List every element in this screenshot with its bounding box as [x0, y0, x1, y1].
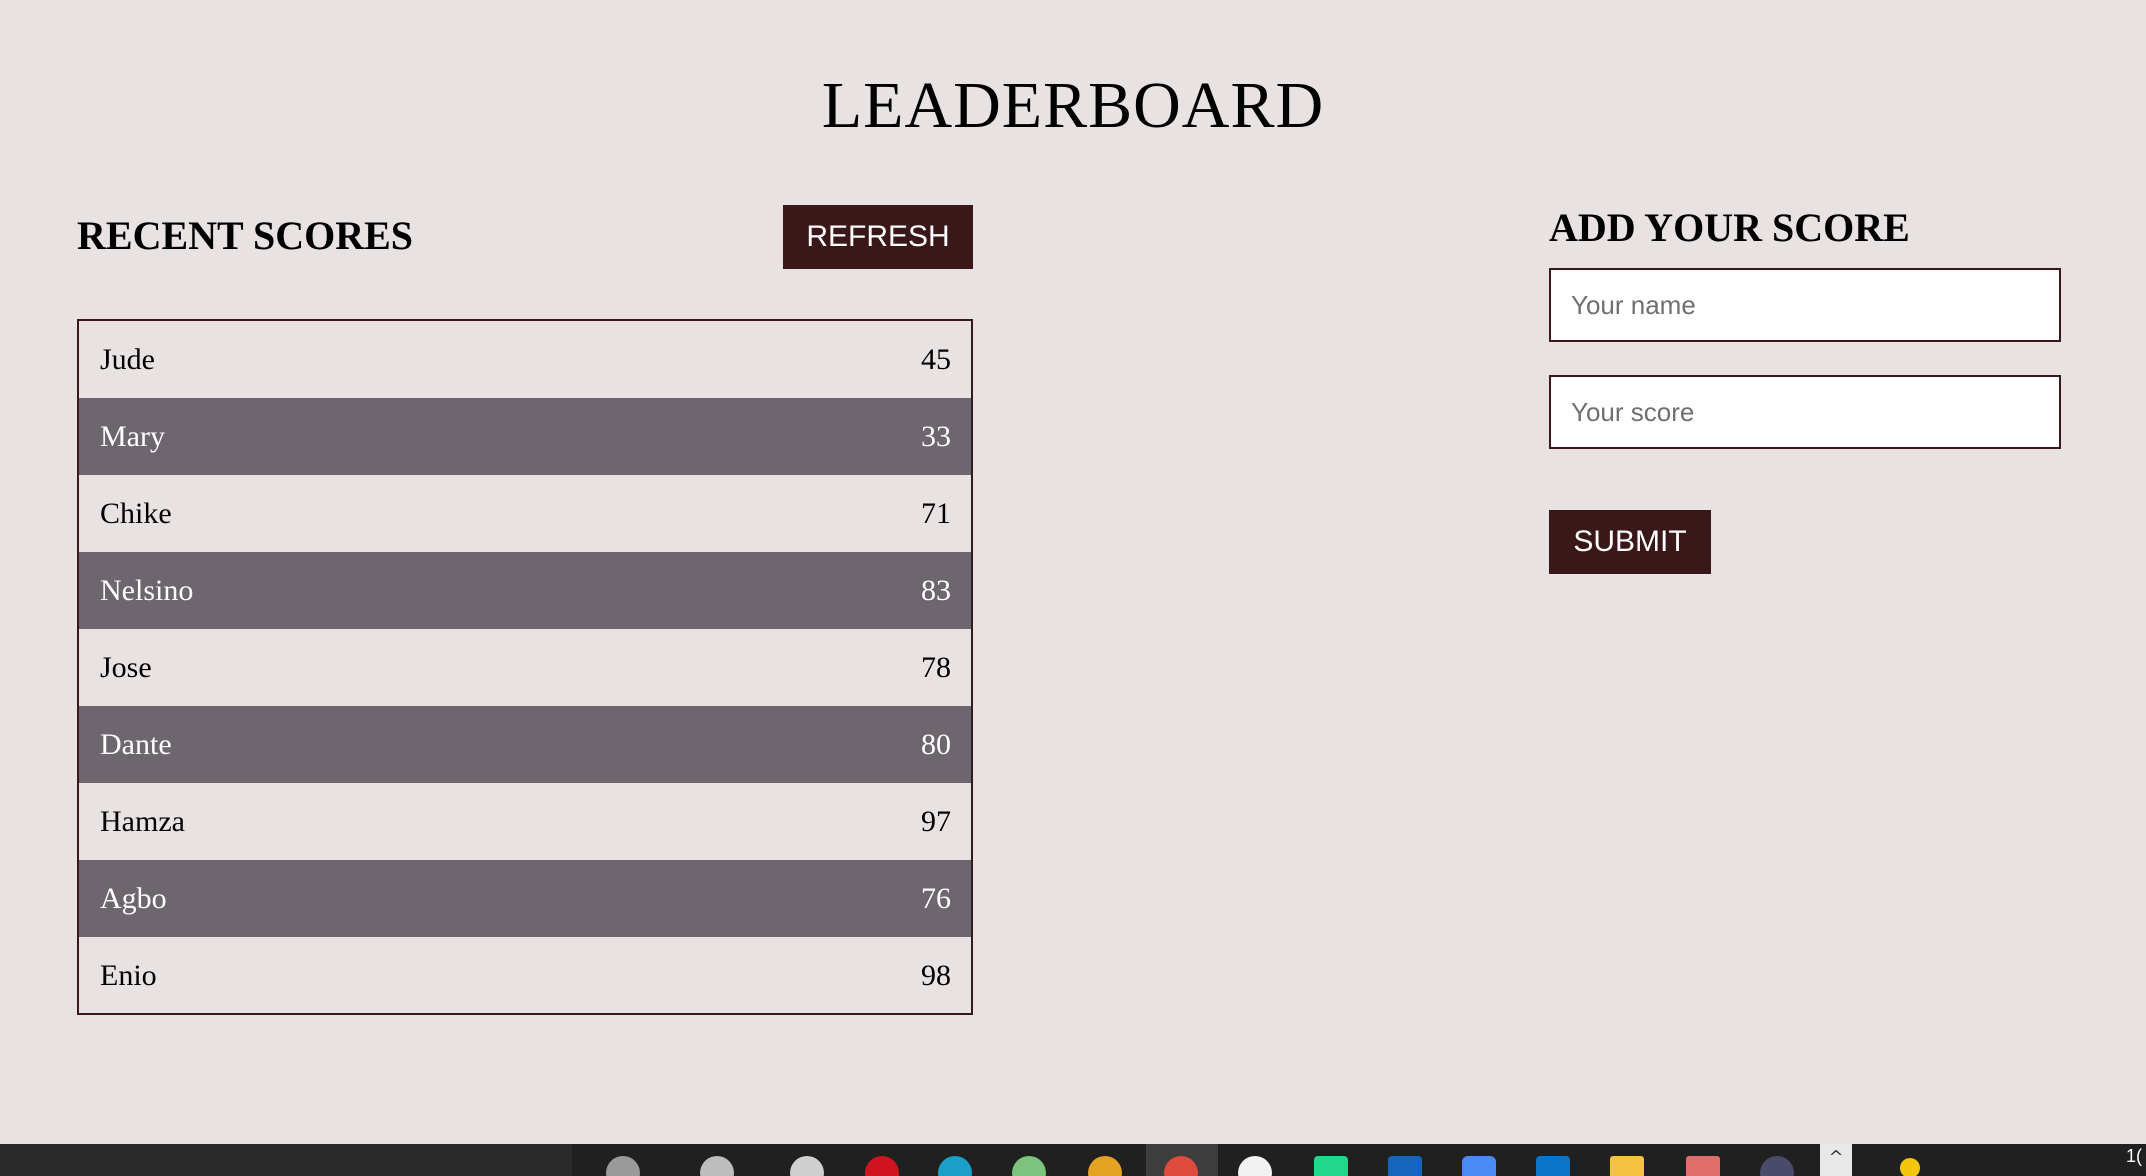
app-icon[interactable] [1686, 1156, 1720, 1176]
recent-scores-heading: RECENT SCORES [77, 213, 414, 258]
player-score: 71 [921, 496, 951, 530]
edge-icon[interactable] [938, 1156, 972, 1176]
add-score-heading: ADD YOUR SCORE [1549, 205, 1910, 250]
task-view-icon[interactable] [700, 1156, 734, 1176]
opera-icon[interactable] [865, 1156, 899, 1176]
score-row: Agbo 76 [79, 860, 971, 937]
player-name: Enio [100, 958, 157, 992]
score-row: Mary 33 [79, 398, 971, 475]
taskbar-clock[interactable]: 1( [2126, 1146, 2142, 1167]
name-input[interactable] [1549, 268, 2061, 342]
app-icon[interactable] [1012, 1156, 1046, 1176]
pycharm-icon[interactable] [1314, 1156, 1348, 1176]
score-row: Hamza 97 [79, 783, 971, 860]
player-name: Dante [100, 727, 172, 761]
player-name: Hamza [100, 804, 185, 838]
app-icon[interactable] [1760, 1156, 1794, 1176]
player-score: 98 [921, 958, 951, 992]
app-icon[interactable] [1388, 1156, 1422, 1176]
zoom-icon[interactable] [1462, 1156, 1496, 1176]
app-icon[interactable] [1088, 1156, 1122, 1176]
leaderboard-page: LEADERBOARD RECENT SCORES REFRESH Jude 4… [0, 0, 2146, 1176]
player-name: Mary [100, 419, 165, 453]
chevron-up-icon[interactable]: ^ [1820, 1144, 1852, 1176]
score-row: Jose 78 [79, 629, 971, 706]
player-score: 33 [921, 419, 951, 453]
taskbar: ^ 1( [0, 1144, 2146, 1176]
score-row: Jude 45 [79, 321, 971, 398]
scores-table: Jude 45 Mary 33 Chike 71 Nelsino 83 Jose… [77, 319, 973, 1015]
player-name: Chike [100, 496, 172, 530]
search-icon[interactable] [606, 1156, 640, 1176]
taskbar-search-area[interactable] [0, 1144, 572, 1176]
score-row: Enio 98 [79, 937, 971, 1014]
player-score: 83 [921, 573, 951, 607]
store-icon[interactable] [790, 1156, 824, 1176]
player-score: 80 [921, 727, 951, 761]
vscode-icon[interactable] [1536, 1156, 1570, 1176]
page-title: LEADERBOARD [821, 69, 1325, 142]
player-name: Jude [100, 342, 155, 376]
score-row: Dante 80 [79, 706, 971, 783]
player-name: Nelsino [100, 573, 194, 607]
folder-icon[interactable] [1610, 1156, 1644, 1176]
slack-icon[interactable] [1238, 1156, 1272, 1176]
score-input[interactable] [1549, 375, 2061, 449]
submit-button[interactable]: SUBMIT [1549, 510, 1711, 574]
player-score: 76 [921, 881, 951, 915]
player-score: 45 [921, 342, 951, 376]
score-row: Nelsino 83 [79, 552, 971, 629]
player-name: Jose [100, 650, 152, 684]
player-name: Agbo [100, 881, 167, 915]
player-score: 78 [921, 650, 951, 684]
player-score: 97 [921, 804, 951, 838]
score-row: Chike 71 [79, 475, 971, 552]
tray-icon[interactable] [1900, 1158, 1920, 1176]
refresh-button[interactable]: REFRESH [783, 205, 973, 269]
